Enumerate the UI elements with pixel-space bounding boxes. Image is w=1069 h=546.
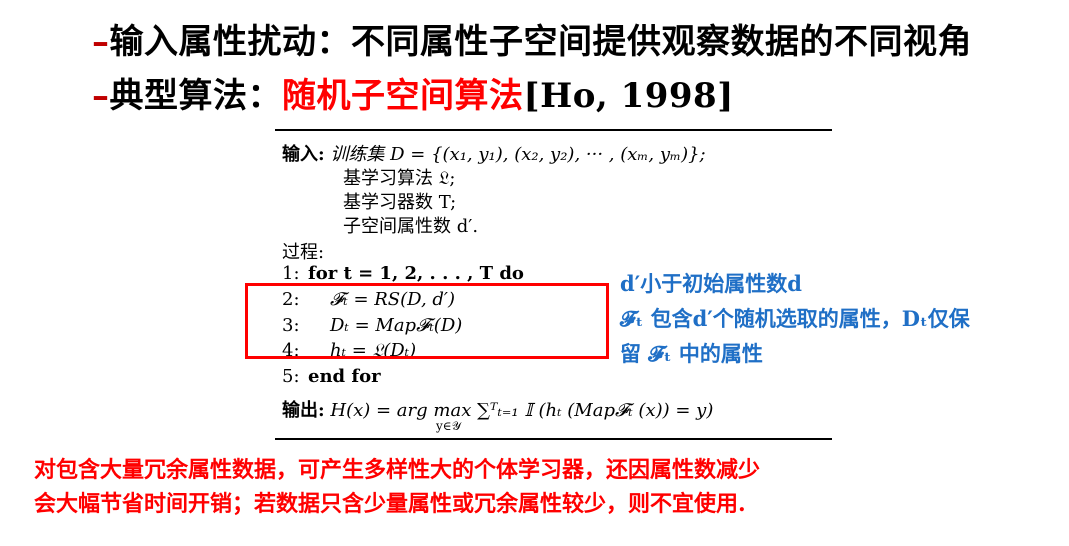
heading-2-prefix: 典型算法： [109, 76, 282, 116]
footer-line-2: 会大幅节省时间开销；若数据只含少量属性或冗余属性较少，则不宜使用. [34, 491, 746, 517]
output-subscript: y∈𝒴 [436, 419, 462, 433]
note-line-1: d′小于初始属性数d [620, 271, 802, 296]
heading-1-text: 输入属性扰动：不同属性子空间提供观察数据的不同视角 [109, 22, 972, 62]
step-number: 1: [282, 263, 300, 284]
step-number: 5: [282, 366, 300, 387]
output-label: 输出: [282, 400, 325, 421]
input-line: 子空间属性数 d′. [343, 216, 479, 237]
algorithm-input-line-4: 子空间属性数 d′. [343, 212, 478, 238]
citation: [Ho, 1998] [523, 76, 734, 116]
step-text: end for [308, 366, 381, 387]
bullet-dash: – [92, 22, 110, 62]
input-label: 输入: [282, 144, 325, 165]
algorithm-bottom-rule [275, 438, 832, 440]
footer-line-1: 对包含大量冗余属性数据，可产生多样性大的个体学习器，还因属性数减少 [34, 457, 761, 483]
algorithm-input-line-2: 基学习算法 𝔏; [343, 164, 455, 190]
algorithm-input-line-1: 输入: 训练集 D = {(x₁, y₁), (x₂, y₂), ··· , (… [282, 140, 706, 166]
input-line: 训练集 D = {(x₁, y₁), (x₂, y₂), ··· , (xₘ, … [330, 144, 706, 165]
algorithm-name-highlight: 随机子空间算法 [282, 76, 524, 116]
bullet-dash: – [92, 76, 110, 116]
input-line: 基学习器数 T; [343, 192, 457, 213]
note-line-3: 留 𝓕ₜ 中的属性 [620, 341, 763, 366]
algorithm-step-1: 1: for t = 1, 2, . . . , T do [282, 263, 524, 284]
step-text: for t = 1, 2, . . . , T do [308, 263, 524, 284]
algorithm-top-rule [275, 129, 832, 131]
heading-line-2: –典型算法：随机子空间算法[Ho, 1998] [92, 68, 734, 117]
highlight-box [245, 283, 609, 359]
input-line: 基学习算法 𝔏; [343, 168, 456, 189]
process-label: 过程: [282, 242, 325, 263]
algorithm-step-5: 5: end for [282, 366, 381, 387]
algorithm-input-line-3: 基学习器数 T; [343, 188, 456, 214]
output-formula: H(x) = arg max ∑ᵀₜ₌₁ 𝕀 (hₜ (Map𝓕ₜ (x)) =… [330, 400, 714, 421]
note-line-2: 𝓕ₜ 包含d′个随机选取的属性，Dₜ仅保 [620, 306, 970, 331]
algorithm-output-line: 输出: H(x) = arg max ∑ᵀₜ₌₁ 𝕀 (hₜ (Map𝓕ₜ (x… [282, 396, 713, 422]
heading-line-1: –输入属性扰动：不同属性子空间提供观察数据的不同视角 [92, 14, 972, 63]
